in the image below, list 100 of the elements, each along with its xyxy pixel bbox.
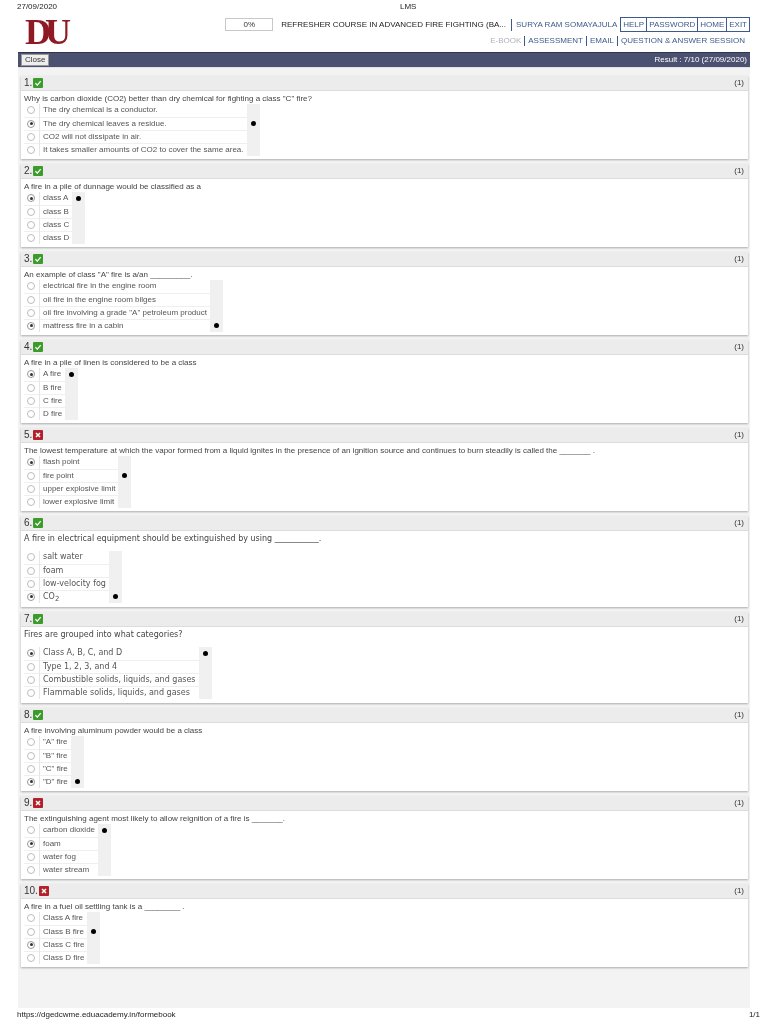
question-text: An example of class "A" fire is a/an _________. <box>24 269 194 280</box>
option-label: "A" fire <box>39 736 71 749</box>
radio-button[interactable] <box>27 321 35 330</box>
radio-button[interactable] <box>27 839 35 848</box>
print-title: LMS <box>400 2 418 12</box>
nav-link[interactable]: QUESTION & ANSWER SESSION <box>616 36 748 46</box>
option-label: It takes smaller amounts of CO2 to cover the same area. <box>39 143 247 156</box>
radio-button[interactable] <box>27 566 35 575</box>
option-label: Class A, B, C, and D <box>39 647 199 660</box>
radio-button[interactable] <box>27 484 35 493</box>
nav-link[interactable]: ASSESSMENT <box>524 36 586 46</box>
radio-button[interactable] <box>27 282 35 291</box>
question-number: 4. <box>24 341 33 353</box>
question-number: 8. <box>24 709 33 721</box>
question-number: 9. <box>24 797 33 809</box>
question-number: 2. <box>24 165 33 177</box>
radio-button[interactable] <box>27 106 35 115</box>
radio-button[interactable] <box>27 119 35 128</box>
progress-reading: 0% <box>243 19 256 30</box>
dot-icon <box>69 372 75 377</box>
question-text: A fire in electrical equipment should be extinguished by using ___________. <box>24 533 323 544</box>
question-text: Why is carbon dioxide (CO2) better than dry chemical for fighting a class "C" fire? <box>24 93 314 104</box>
question-text: The extinguishing agent most likely to allow reignition of a fire is _______. <box>24 813 287 824</box>
radio-button[interactable] <box>27 308 35 317</box>
radio-button[interactable] <box>27 764 35 773</box>
nav-button[interactable]: HOME <box>697 17 728 32</box>
question-text: A fire in a pile of dunnage would be classified as a <box>24 181 202 192</box>
option-label: "D" fire <box>39 775 71 788</box>
page-number: 1/1 <box>748 1010 760 1020</box>
dot-icon <box>202 651 208 656</box>
question-marks: (1) <box>734 254 744 264</box>
question-number: 3. <box>24 253 33 265</box>
radio-button[interactable] <box>27 777 35 786</box>
option-label: The dry chemical leaves a residue. <box>39 117 247 130</box>
dot-icon <box>122 473 128 478</box>
question-number: 1. <box>24 77 33 89</box>
dot-icon <box>76 196 82 201</box>
radio-button[interactable] <box>27 940 35 949</box>
question-marks: (1) <box>734 430 744 440</box>
option-label: "C" fire <box>39 762 71 775</box>
radio-button[interactable] <box>27 865 35 874</box>
question-number: 5. <box>24 429 33 441</box>
radio-button[interactable] <box>27 233 35 242</box>
option-label: foam <box>39 564 109 577</box>
option-label: Combustible solids, liquids, and gases <box>39 673 199 686</box>
question-marks: (1) <box>734 78 744 88</box>
nav-button[interactable]: HELP <box>620 17 648 32</box>
result-text: Result : 7/10 (27/09/2020) <box>654 55 747 65</box>
dot-icon <box>102 828 108 833</box>
question-marks: (1) <box>734 166 744 176</box>
question-marks: (1) <box>734 798 744 808</box>
radio-button[interactable] <box>27 497 35 506</box>
question-marks: (1) <box>734 886 744 896</box>
radio-button[interactable] <box>27 295 35 304</box>
nav-button[interactable]: EXIT <box>726 17 750 32</box>
radio-button[interactable] <box>27 458 35 467</box>
dot-icon <box>74 779 80 784</box>
radio-button[interactable] <box>27 662 35 671</box>
radio-button[interactable] <box>27 383 35 392</box>
nav-link[interactable]: EMAIL <box>585 36 617 46</box>
option-label: oil fire involving a grade "A" petroleum product <box>39 306 210 319</box>
question-marks: (1) <box>734 518 744 528</box>
radio-button[interactable] <box>27 370 35 379</box>
question-text: A fire involving aluminum powder would be a class <box>24 725 204 736</box>
question-marks: (1) <box>734 710 744 720</box>
radio-button[interactable] <box>27 207 35 216</box>
radio-button[interactable] <box>27 927 35 936</box>
radio-button[interactable] <box>27 471 35 480</box>
nav-button[interactable]: PASSWORD <box>646 17 699 32</box>
radio-button[interactable] <box>27 132 35 141</box>
radio-button[interactable] <box>27 145 35 154</box>
radio-button[interactable] <box>27 194 35 203</box>
dot-icon <box>214 323 219 328</box>
radio-button[interactable] <box>27 675 35 684</box>
radio-button[interactable] <box>27 751 35 760</box>
radio-button[interactable] <box>27 738 35 747</box>
radio-button[interactable] <box>27 852 35 861</box>
site-logo: DU <box>25 15 67 49</box>
option-label: "B" fire <box>39 749 71 762</box>
option-label: CO$_{2}$ <box>39 590 109 603</box>
radio-button[interactable] <box>27 553 35 562</box>
dot-icon <box>250 121 256 126</box>
radio-button[interactable] <box>27 409 35 418</box>
radio-button[interactable] <box>27 592 35 601</box>
close-button[interactable]: Close <box>21 54 50 66</box>
radio-button[interactable] <box>27 396 35 405</box>
question-text: A fire in a pile of linen is considered to be a class <box>24 357 198 368</box>
option-label: oil fire in the engine room bilges <box>39 293 210 306</box>
question-marks: (1) <box>734 342 744 352</box>
radio-button[interactable] <box>27 649 35 658</box>
question-text: A fire in a fuel oil settling tank is a ________ . <box>24 901 186 912</box>
dot-icon <box>91 929 97 934</box>
dot-icon <box>112 594 118 599</box>
option-label: CO2 will not dissipate in air. <box>39 130 247 143</box>
radio-button[interactable] <box>27 914 35 923</box>
radio-button[interactable] <box>27 953 35 962</box>
radio-button[interactable] <box>27 220 35 229</box>
radio-button[interactable] <box>27 826 35 835</box>
radio-button[interactable] <box>27 688 35 697</box>
radio-button[interactable] <box>27 579 35 588</box>
